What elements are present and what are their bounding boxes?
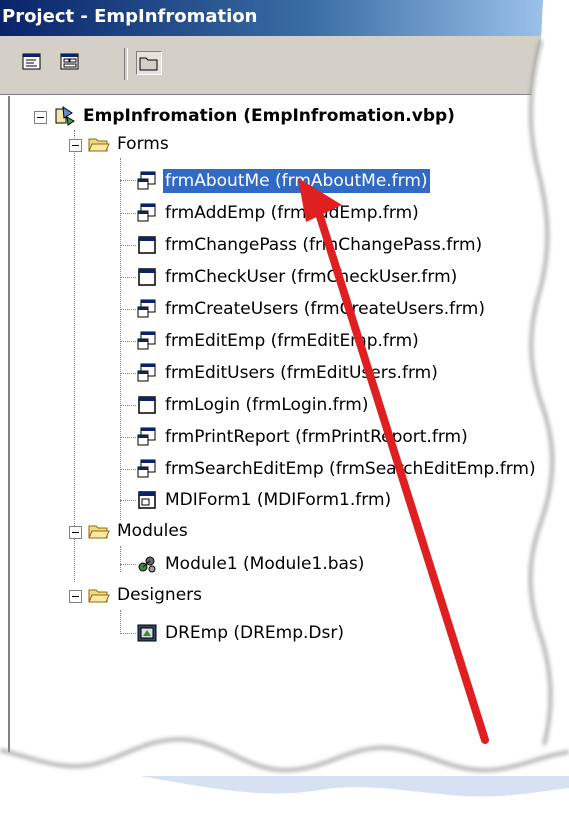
annotation-arrow	[298, 178, 489, 744]
arrow-shaft	[314, 206, 489, 744]
project-explorer-window: Project - EmpInfromation EmpInfromation …	[0, 0, 569, 820]
